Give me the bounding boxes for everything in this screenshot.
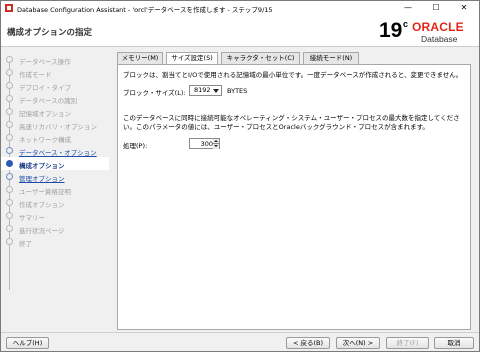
sizing-panel: ブロックは、割当てとI/Oで使用される記憶域の最小単位です。一度データベースが作…	[117, 64, 471, 330]
step-indicator-icon	[6, 186, 13, 193]
step-indicator-icon	[6, 173, 13, 180]
sidebar-step[interactable]: 構成オプション	[1, 157, 109, 170]
sidebar-step-label: 作成オプション	[19, 201, 65, 209]
step-indicator-icon	[6, 199, 13, 206]
sidebar-step: 高速リカバリ・オプション	[1, 118, 109, 131]
sidebar-step: ネットワーク構成	[1, 131, 109, 144]
sidebar-step: データベース操作	[1, 53, 109, 66]
sidebar-step: ユーザー資格証明	[1, 183, 109, 196]
minimize-button[interactable]: —	[395, 1, 421, 15]
dbca-window: Database Configuration Assistant - 'orcl…	[0, 0, 480, 352]
cancel-button[interactable]: 取消	[434, 337, 474, 349]
step-indicator-icon	[6, 56, 13, 63]
help-button[interactable]: ヘルプ(H)	[6, 337, 49, 349]
sidebar-step: 作成モード	[1, 66, 109, 79]
back-button[interactable]: < 戻る(B)	[286, 337, 330, 349]
sidebar-step: サマリー	[1, 209, 109, 222]
step-indicator-icon	[6, 147, 13, 154]
next-button[interactable]: 次へ(N) >	[336, 337, 380, 349]
sidebar-step: 記憶域オプション	[1, 105, 109, 118]
sidebar-step-label: 記憶域オプション	[19, 110, 71, 118]
step-indicator-icon	[6, 238, 13, 245]
logo-brand: ORACLE	[412, 20, 464, 34]
sidebar-step-label: データベース・オプション	[19, 149, 97, 157]
step-indicator-icon	[6, 95, 13, 102]
processes-description-line2: い。このパラメータの値には、ユーザー・プロセスとOracleバックグラウンド・プ…	[123, 123, 429, 131]
sidebar-step-label: 進行状況ページ	[19, 227, 65, 235]
block-size-select[interactable]: 8192	[189, 85, 222, 96]
logo-product: Database	[421, 34, 458, 44]
step-indicator-icon	[6, 225, 13, 232]
step-indicator-icon	[6, 69, 13, 76]
window-title: Database Configuration Assistant - 'orcl…	[17, 6, 273, 14]
step-indicator-icon	[6, 108, 13, 115]
finish-button[interactable]: 終了(F)	[386, 337, 429, 349]
step-indicator-icon	[6, 82, 13, 89]
steps-sidebar: データベース操作 作成モードデプロイ・タイプ データベースの識別 記憶域オプション高速…	[1, 48, 109, 332]
sidebar-step-label: 作成モード	[19, 71, 52, 79]
sidebar-step: データベースの識別	[1, 92, 109, 105]
sidebar-step-label: データベース操作	[19, 58, 71, 66]
sidebar-step: 進行状況ページ	[1, 222, 109, 235]
close-button[interactable]: ✕	[451, 1, 477, 15]
step-indicator-icon	[6, 160, 13, 167]
sidebar-step: 終了	[1, 235, 109, 248]
sidebar-step-label: サマリー	[19, 214, 45, 222]
logo-version: 19	[379, 19, 403, 42]
chevron-down-icon	[213, 89, 219, 93]
title-bar: Database Configuration Assistant - 'orcl…	[1, 1, 479, 15]
processes-label: 処理(P):	[123, 142, 148, 150]
sidebar-step: デプロイ・タイプ	[1, 79, 109, 92]
sidebar-step-label: デプロイ・タイプ	[19, 84, 71, 92]
sidebar-step[interactable]: 管理オプション	[1, 170, 109, 183]
app-icon	[5, 4, 13, 12]
step-indicator-icon	[6, 134, 13, 141]
page-header: 構成オプションの指定 19 c ORACLE Database	[1, 15, 479, 47]
decrement-icon[interactable]	[213, 144, 219, 149]
page-title: 構成オプションの指定	[7, 28, 93, 38]
sidebar-step-label: 構成オプション	[19, 162, 65, 170]
maximize-button[interactable]: ☐	[423, 1, 449, 15]
sidebar-step[interactable]: データベース・オプション	[1, 144, 109, 157]
processes-value: 300	[200, 140, 213, 148]
oracle-logo: 19 c ORACLE Database	[379, 18, 475, 46]
logo-version-suffix: c	[403, 19, 409, 29]
sidebar-step-label: 終了	[19, 240, 32, 248]
block-size-unit: BYTES	[227, 87, 248, 95]
sidebar-step-label: 管理オプション	[19, 175, 65, 183]
step-indicator-icon	[6, 121, 13, 128]
block-size-label: ブロック・サイズ(L):	[123, 89, 186, 97]
block-size-value: 8192	[194, 86, 211, 94]
block-size-description: ブロックは、割当てとI/Oで使用される記憶域の最小単位です。一度データベースが作…	[123, 71, 463, 79]
sidebar-step-label: ユーザー資格証明	[19, 188, 71, 196]
sidebar-step-label: ネットワーク構成	[19, 136, 71, 144]
sidebar-step-label: データベースの識別	[19, 97, 78, 105]
sidebar-step: 作成オプション	[1, 196, 109, 209]
step-indicator-icon	[6, 212, 13, 219]
processes-stepper[interactable]: 300	[189, 138, 220, 149]
main-content: メモリー(M) サイズ設定(S) キャラクタ・セット(C) 接続モード(N) ブ…	[113, 50, 473, 330]
button-bar: ヘルプ(H) < 戻る(B) 次へ(N) > 終了(F) 取消	[1, 332, 479, 351]
processes-description-line1: このデータベースに同時に接続可能なオペレーティング・システム・ユーザー・プロセス…	[123, 114, 460, 122]
sidebar-step-label: 高速リカバリ・オプション	[19, 123, 97, 131]
